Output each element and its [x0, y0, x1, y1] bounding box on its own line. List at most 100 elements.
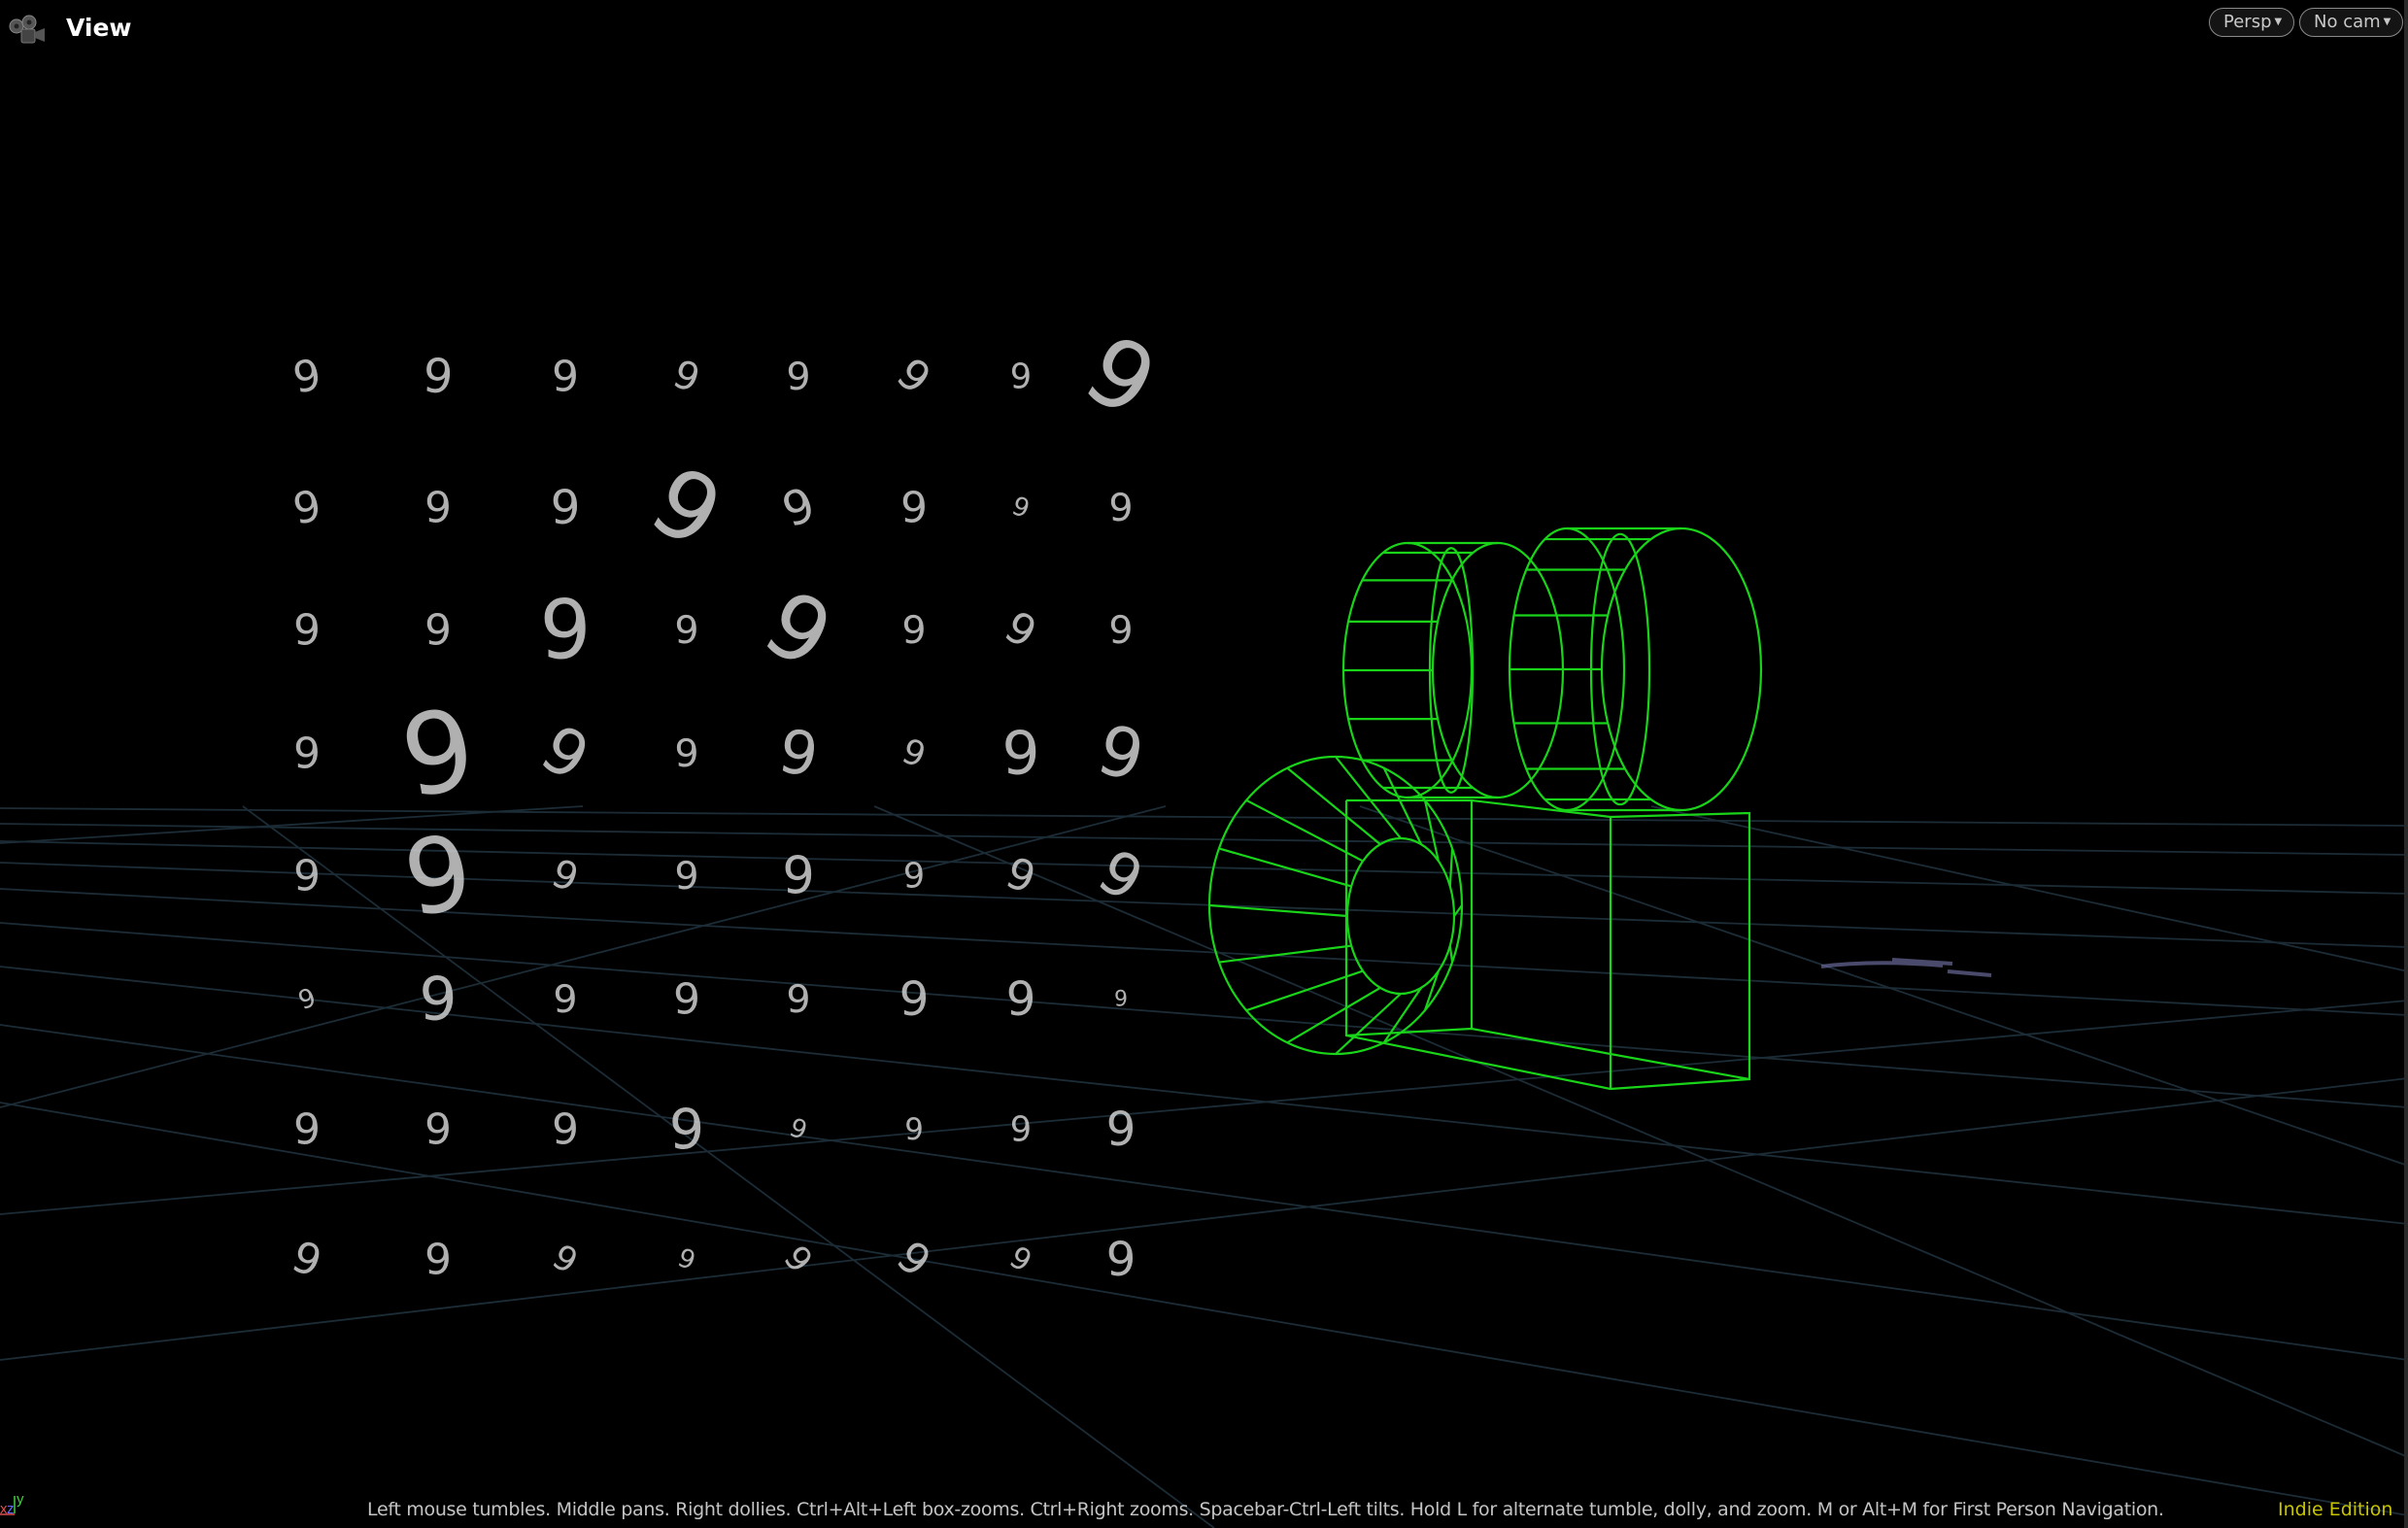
digit-nine-point-cloud: 9	[528, 711, 601, 797]
grid-line	[0, 922, 2408, 1108]
digit-point-clouds: 9 9 9 9 9 9 9 9 9 9 9 9 9 9 9 9 9 9 9 9 9 9 9 9 9 9 9 9 9 9 9 9 9 9 9 9 9 9 9 9…	[286, 314, 1174, 1288]
camera-label: No cam	[2314, 12, 2381, 32]
digit-nine-point-cloud: 9	[1114, 988, 1128, 1012]
digit-nine-point-cloud: 9	[1106, 1233, 1136, 1287]
digit-nine-point-cloud: 9	[897, 731, 931, 776]
digit-nine-point-cloud: 9	[667, 352, 705, 402]
grid-line	[242, 805, 1215, 1528]
digit-nine-point-cloud: 9	[293, 605, 321, 655]
digit-nine-point-cloud: 9	[782, 846, 815, 905]
perspective-label: Persp	[2223, 12, 2272, 32]
digit-nine-point-cloud: 9	[551, 481, 581, 535]
axis-z-label: z	[7, 1501, 15, 1517]
digit-nine-point-cloud: 9	[669, 1098, 704, 1162]
digit-nine-point-cloud: 9	[674, 608, 698, 653]
digit-nine-point-cloud: 9	[903, 856, 925, 896]
digit-nine-point-cloud: 9	[900, 483, 928, 532]
digit-nine-point-cloud: 9	[775, 1239, 820, 1281]
digit-nine-point-cloud: 9	[293, 1104, 321, 1154]
lens-inner-rim	[1345, 836, 1456, 996]
camera-menu-button[interactable]: No cam ▼	[2299, 8, 2404, 37]
digit-nine-point-cloud: 9	[424, 1235, 452, 1284]
digit-nine-point-cloud: 9	[786, 977, 810, 1022]
digit-nine-point-cloud: 9	[392, 684, 485, 824]
lens-segment	[1286, 766, 1381, 845]
digit-nine-point-cloud: 9	[293, 729, 321, 778]
digit-nine-point-cloud: 9	[887, 349, 939, 404]
digit-nine-point-cloud: 9	[674, 1242, 699, 1276]
digit-nine-point-cloud: 9	[546, 1237, 585, 1282]
digit-nine-point-cloud: 9	[552, 352, 579, 401]
reel-front-hole	[1428, 547, 1475, 794]
digit-nine-point-cloud: 9	[1010, 1109, 1032, 1149]
grid-line	[0, 823, 2408, 856]
digit-nine-point-cloud: 9	[904, 1112, 924, 1147]
grid-line	[0, 1077, 2408, 1361]
digit-nine-point-cloud: 9	[1068, 314, 1174, 439]
reel-back-back-rim	[1600, 526, 1763, 812]
digit-nine-point-cloud: 9	[1006, 972, 1036, 1027]
digit-nine-point-cloud: 9	[552, 1104, 579, 1154]
digit-nine-point-cloud: 9	[294, 982, 320, 1016]
floor-grid	[0, 805, 2408, 1528]
digit-nine-point-cloud: 9	[674, 731, 698, 776]
digit-nine-point-cloud: 9	[546, 851, 584, 901]
viewer-title: View	[66, 14, 132, 42]
digit-nine-point-cloud: 9	[997, 602, 1045, 659]
grid-line	[0, 1000, 2408, 1215]
lens-segment	[1382, 987, 1422, 1043]
3d-viewport[interactable]: 9 9 9 9 9 9 9 9 9 9 9 9 9 9 9 9 9 9 9 9 9 9 9 9 9 9 9 9 9 9 9 9 9 9 9 9 9 9 9 9…	[0, 0, 2408, 1528]
digit-nine-point-cloud: 9	[775, 477, 822, 538]
digit-nine-point-cloud: 9	[633, 445, 740, 570]
digit-nine-point-cloud: 9	[1010, 357, 1032, 396]
grid-line	[0, 807, 2408, 827]
grid-line	[0, 840, 2408, 895]
grid-line	[0, 805, 1167, 1108]
digit-nine-point-cloud: 9	[424, 483, 452, 532]
lens-segment	[1423, 970, 1440, 1011]
grid-line	[0, 966, 2408, 1225]
digit-nine-point-cloud: 9	[1108, 486, 1133, 530]
digit-nine-point-cloud: 9	[539, 582, 591, 677]
axis-y-label: y	[17, 1491, 24, 1508]
lens-segment	[1448, 848, 1454, 887]
lens-segment	[1448, 945, 1454, 963]
camera-wireframe-model	[1207, 526, 1763, 1091]
perspective-menu-button[interactable]: Persp ▼	[2209, 8, 2295, 37]
digit-nine-point-cloud: 9	[424, 1104, 452, 1154]
digit-nine-point-cloud: 9	[786, 1112, 811, 1146]
digit-nine-point-cloud: 9	[1108, 608, 1133, 653]
digit-nine-point-cloud: 9	[293, 851, 321, 900]
digit-nine-point-cloud: 9	[419, 965, 457, 1035]
digit-nine-point-cloud: 9	[901, 608, 926, 653]
digit-nine-point-cloud: 9	[1106, 1103, 1136, 1157]
grid-line	[0, 862, 2408, 948]
digit-nine-point-cloud: 9	[786, 355, 810, 399]
digit-nine-point-cloud: 9	[424, 605, 452, 655]
digit-nine-point-cloud: 9	[674, 854, 698, 899]
digit-nine-point-cloud: 9	[553, 977, 577, 1022]
digit-nine-point-cloud: 9	[747, 570, 849, 690]
viewport-edge-scrollbar[interactable]	[2404, 0, 2408, 1528]
chevron-down-icon: ▼	[2383, 17, 2391, 27]
digit-nine-point-cloud: 9	[887, 1232, 939, 1287]
camera-body-edge	[1345, 1027, 1750, 1081]
digit-nine-point-cloud: 9	[1003, 1239, 1037, 1279]
digit-nine-point-cloud: 9	[1000, 848, 1042, 904]
grid-line	[1359, 805, 2408, 1167]
digit-nine-point-cloud: 9	[1001, 719, 1039, 789]
digit-nine-point-cloud: 9	[289, 481, 324, 534]
digit-nine-point-cloud: 9	[673, 974, 700, 1024]
edition-label: Indie Edition	[2278, 1499, 2393, 1520]
digit-nine-point-cloud: 9	[289, 350, 324, 403]
axis-gizmo: y x z	[0, 1491, 24, 1517]
digit-nine-point-cloud: 9	[773, 716, 823, 792]
chevron-down-icon: ▼	[2274, 17, 2283, 27]
digit-nine-point-cloud: 9	[286, 1232, 328, 1288]
movie-camera-icon	[9, 15, 45, 44]
grid-line	[0, 888, 2408, 1016]
navigation-hint-text: Left mouse tumbles. Middle pans. Right d…	[367, 1499, 2164, 1520]
digit-nine-point-cloud: 9	[899, 972, 930, 1027]
grid-line	[1650, 805, 2408, 972]
digit-nine-point-cloud: 9	[421, 349, 456, 405]
